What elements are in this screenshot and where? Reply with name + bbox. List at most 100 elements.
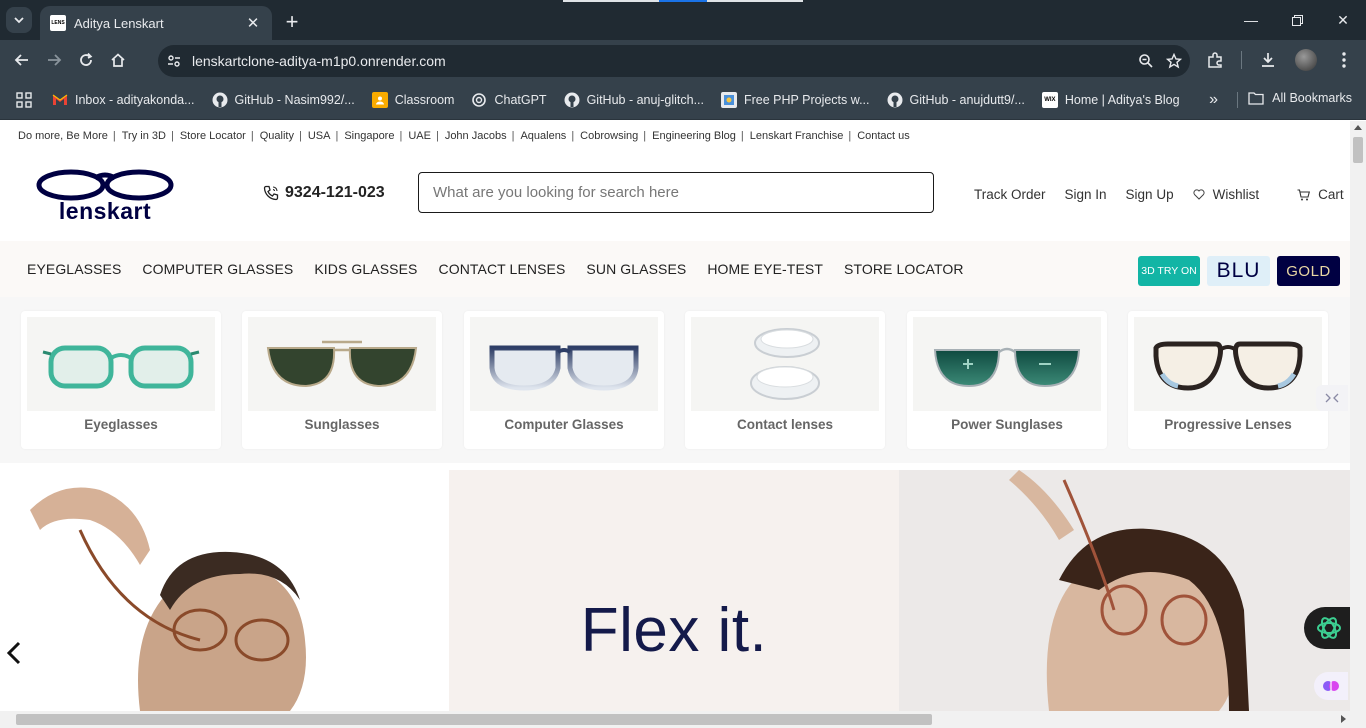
download-icon[interactable]: [1252, 44, 1284, 76]
home-icon[interactable]: [102, 44, 134, 76]
bookmark-label: GitHub - anuj-glitch...: [586, 92, 704, 107]
carousel-prev-button[interactable]: [6, 640, 22, 672]
forward-arrow-icon[interactable]: [38, 44, 70, 76]
bookmark-item[interactable]: Classroom: [371, 91, 455, 108]
back-arrow-icon[interactable]: [6, 44, 38, 76]
page-viewport: Do more, Be More | Try in 3D | Store Locator…: [0, 121, 1350, 711]
bookmark-label: GitHub - anujdutt9/...: [909, 92, 1025, 107]
wishlist-link[interactable]: Wishlist: [1193, 187, 1279, 202]
address-bar[interactable]: lenskartclone-aditya-m1p0.onrender.com: [158, 45, 1190, 77]
category-card-progressive-lenses[interactable]: Progressive Lenses: [1128, 311, 1328, 449]
ai-assistant-button[interactable]: [1314, 672, 1348, 700]
contact-lenses-image: [691, 317, 879, 411]
zoom-icon[interactable]: [1138, 53, 1154, 69]
bookmarks-bar: Inbox - adityakonda... GitHub - Nasim992…: [0, 80, 1366, 120]
top-link[interactable]: Engineering Blog: [652, 130, 736, 142]
bookmark-label: Classroom: [394, 92, 455, 107]
top-link[interactable]: Aqualens: [520, 130, 566, 142]
nav-kids-glasses[interactable]: KIDS GLASSES: [314, 261, 417, 277]
blu-button[interactable]: BLU: [1207, 256, 1270, 286]
minimize-icon[interactable]: —: [1228, 0, 1274, 40]
bookmark-item[interactable]: GitHub - anujdutt9/...: [887, 92, 1025, 108]
top-link-separator: |: [740, 130, 744, 142]
category-nav: EYEGLASSES COMPUTER GLASSES KIDS GLASSES…: [0, 241, 1350, 297]
banner-center: Flex it.: [449, 470, 899, 711]
bookmark-item[interactable]: WIX Home | Aditya's Blog: [1041, 91, 1180, 108]
wix-icon: WIX: [1041, 91, 1058, 108]
top-link-separator: |: [848, 130, 852, 142]
nav-home-eye-test[interactable]: HOME EYE-TEST: [707, 261, 823, 277]
top-link[interactable]: Singapore: [344, 130, 394, 142]
3d-try-on-button[interactable]: 3D TRY ON: [1138, 256, 1200, 286]
top-link[interactable]: Try in 3D: [122, 130, 166, 142]
tab-search-button[interactable]: [6, 7, 32, 33]
bookmarks-overflow-button[interactable]: »: [1209, 91, 1218, 109]
reload-icon[interactable]: [70, 44, 102, 76]
bookmark-item[interactable]: GitHub - anuj-glitch...: [564, 92, 704, 108]
top-link[interactable]: Quality: [260, 130, 294, 142]
top-link[interactable]: John Jacobs: [445, 130, 507, 142]
toolbar-divider: [1241, 51, 1242, 69]
bookmark-item[interactable]: ChatGPT: [471, 92, 547, 108]
apps-grid-icon[interactable]: [16, 91, 32, 108]
top-link[interactable]: UAE: [408, 130, 431, 142]
extensions-icon[interactable]: [1199, 44, 1231, 76]
search-input[interactable]: [418, 172, 934, 213]
cart-link[interactable]: Cart: [1297, 187, 1350, 202]
github-icon: [564, 92, 580, 108]
gmail-icon: [52, 92, 68, 108]
lenskart-logo[interactable]: lenskart: [18, 151, 192, 241]
chevron-left-icon: [6, 641, 21, 665]
nav-computer-glasses[interactable]: COMPUTER GLASSES: [142, 261, 293, 277]
top-link[interactable]: USA: [308, 130, 331, 142]
site-settings-icon[interactable]: [166, 53, 182, 69]
nav-eyeglasses[interactable]: EYEGLASSES: [27, 261, 121, 277]
top-link-separator: |: [643, 130, 647, 142]
bookmark-star-icon[interactable]: [1166, 53, 1182, 69]
category-card-contact-lenses[interactable]: Contact lenses: [685, 311, 885, 449]
sign-in-link[interactable]: Sign In: [1065, 187, 1107, 202]
bookmark-label: Home | Aditya's Blog: [1064, 92, 1180, 107]
category-card-sunglasses[interactable]: Sunglasses: [242, 311, 442, 449]
phone-number[interactable]: 9324-121-023: [263, 184, 385, 202]
chatgpt-floating-button[interactable]: [1304, 607, 1354, 649]
window-close-icon[interactable]: ✕: [1320, 0, 1366, 40]
bookmark-item[interactable]: GitHub - Nasim992/...: [212, 92, 355, 108]
bookmark-item[interactable]: Inbox - adityakonda...: [52, 92, 195, 108]
category-card-power-sunglasses[interactable]: Power Sunglases: [907, 311, 1107, 449]
horizontal-scrollbar[interactable]: [0, 711, 1366, 728]
profile-avatar[interactable]: [1290, 44, 1322, 76]
top-link[interactable]: Contact us: [857, 130, 910, 142]
browser-tab-active[interactable]: LENS Aditya Lenskart ✕: [40, 6, 272, 40]
nav-contact-lenses[interactable]: CONTACT LENSES: [439, 261, 566, 277]
nav-store-locator[interactable]: STORE LOCATOR: [844, 261, 964, 277]
browser-tab-bar: LENS Aditya Lenskart ✕ + — ✕: [0, 0, 1366, 40]
top-link[interactable]: Store Locator: [180, 130, 246, 142]
category-card-computer-glasses[interactable]: Computer Glasses: [464, 311, 664, 449]
top-link-separator: |: [335, 130, 339, 142]
track-order-link[interactable]: Track Order: [974, 187, 1046, 202]
vertical-scrollbar[interactable]: [1350, 121, 1366, 711]
power-sunglasses-image: [913, 317, 1101, 411]
nav-sun-glasses[interactable]: SUN GLASSES: [586, 261, 686, 277]
sign-up-link[interactable]: Sign Up: [1126, 187, 1174, 202]
new-tab-button[interactable]: +: [282, 9, 302, 35]
tab-close-icon[interactable]: ✕: [244, 14, 262, 32]
logo-wordmark: lenskart: [58, 197, 152, 224]
top-link-separator: |: [511, 130, 515, 142]
top-link-separator: |: [399, 130, 403, 142]
all-bookmarks-button[interactable]: All Bookmarks: [1248, 91, 1352, 105]
restore-icon[interactable]: [1274, 0, 1320, 40]
gold-button[interactable]: GOLD: [1277, 256, 1340, 286]
top-link-separator: |: [170, 130, 174, 142]
top-link[interactable]: Lenskart Franchise: [750, 130, 844, 142]
category-card-eyeglasses[interactable]: Eyeglasses: [21, 311, 221, 449]
side-expand-button[interactable]: [1316, 385, 1348, 411]
top-link[interactable]: Do more, Be More: [18, 130, 108, 142]
top-link[interactable]: Cobrowsing: [580, 130, 638, 142]
hero-banner[interactable]: Flex it.: [0, 470, 1350, 711]
category-label: Contact lenses: [736, 417, 834, 432]
kebab-menu-icon[interactable]: [1328, 44, 1360, 76]
bookmark-item[interactable]: Free PHP Projects w...: [721, 91, 870, 108]
bookmark-label: GitHub - Nasim992/...: [234, 92, 355, 107]
